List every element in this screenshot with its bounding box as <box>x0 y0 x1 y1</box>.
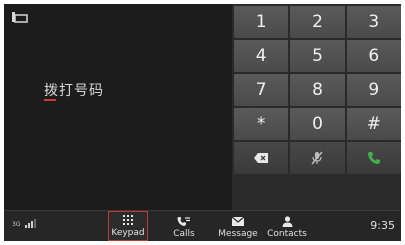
nav-message-label: Message <box>218 229 258 239</box>
call-button[interactable] <box>346 142 401 174</box>
keypad-icon <box>123 215 133 225</box>
nav-contacts-label: Contacts <box>267 229 307 239</box>
contacts-icon <box>282 215 292 227</box>
key-1[interactable]: 1 <box>234 6 289 38</box>
dial-number-field[interactable]: 拨打号码 <box>44 80 104 100</box>
clock: 9:35 <box>370 219 395 232</box>
key-hash[interactable]: # <box>346 108 401 140</box>
mute-button[interactable] <box>290 142 345 174</box>
nav-keypad[interactable]: Keypad <box>108 211 148 241</box>
key-3[interactable]: 3 <box>346 6 401 38</box>
call-icon <box>367 152 380 164</box>
nav-message[interactable]: Message <box>212 211 264 241</box>
network-type: 3G <box>12 221 21 228</box>
key-4[interactable]: 4 <box>234 40 289 72</box>
signal-strength-icon <box>25 219 36 228</box>
dial-keypad: 1 2 3 4 5 6 7 8 9 * 0 # <box>232 4 401 210</box>
dial-display: 拨打号码 <box>4 4 232 210</box>
nav-keypad-label: Keypad <box>111 228 145 238</box>
key-0[interactable]: 0 <box>290 108 345 140</box>
calls-icon <box>177 216 190 226</box>
phone-screen: 拨打号码 1 2 3 4 5 6 7 8 9 * 0 # 3G Keypad C… <box>4 4 401 241</box>
text-cursor <box>44 99 56 101</box>
bottom-nav-bar: 3G Keypad Calls Message Contacts 9:35 <box>4 210 401 241</box>
key-8[interactable]: 8 <box>290 74 345 106</box>
key-2[interactable]: 2 <box>290 6 345 38</box>
message-icon <box>232 216 244 226</box>
phone-connected-icon <box>12 12 28 23</box>
mic-mute-icon <box>311 151 324 165</box>
backspace-button[interactable] <box>234 142 289 174</box>
nav-calls-label: Calls <box>173 229 195 239</box>
nav-calls[interactable]: Calls <box>168 211 200 241</box>
key-9[interactable]: 9 <box>346 74 401 106</box>
network-status: 3G <box>12 219 37 228</box>
key-6[interactable]: 6 <box>346 40 401 72</box>
backspace-icon <box>254 153 269 163</box>
nav-contacts[interactable]: Contacts <box>262 211 312 241</box>
key-5[interactable]: 5 <box>290 40 345 72</box>
key-7[interactable]: 7 <box>234 74 289 106</box>
key-star[interactable]: * <box>234 108 289 140</box>
